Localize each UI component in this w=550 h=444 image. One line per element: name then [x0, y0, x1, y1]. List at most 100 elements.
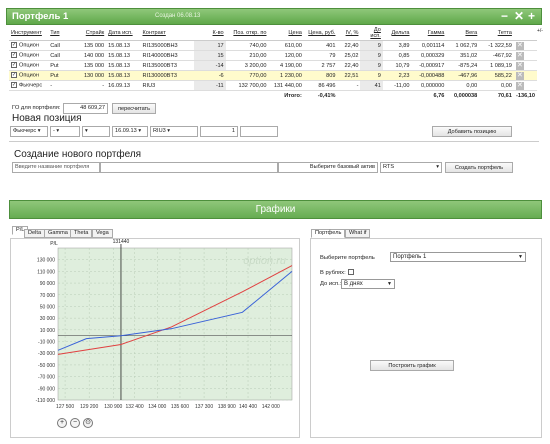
cell-theta: -467,92 [479, 50, 514, 61]
col-strike[interactable]: Страйк [73, 26, 107, 41]
build-chart-button[interactable]: Построить график [370, 360, 454, 371]
cell-iv[interactable]: 22,40 [337, 40, 361, 51]
add-icon[interactable]: + [528, 9, 535, 23]
row-checkbox[interactable]: ✓ [11, 62, 17, 69]
pl-chart[interactable]: option.ru 130 000 110 000 90 000 70 000 50 00… [10, 238, 300, 418]
cell-strike: 140 000 [73, 50, 107, 61]
remove-row-icon[interactable]: ✕ [515, 41, 524, 50]
close-icon[interactable]: ✕ [514, 9, 524, 23]
table-row: ✓ Опцион Put 130 000 15.08.13 RI130000BT3 -6 77… [9, 70, 541, 81]
cell-strike: 135 000 [73, 60, 107, 71]
col-days[interactable]: До исп. [360, 26, 383, 41]
col-iv[interactable]: IV, % [337, 26, 361, 41]
col-qty[interactable]: К-во [193, 26, 226, 41]
y-tick-label: -10 000 [38, 340, 55, 346]
portfolio-select[interactable]: Портфель 1 ▼ [390, 252, 526, 262]
divider [9, 141, 539, 142]
remove-row-icon[interactable]: ✕ [515, 81, 524, 90]
tab-what-if[interactable]: What if [345, 229, 371, 238]
new-type-select[interactable]: - ▾ [50, 126, 80, 137]
cell-days: 9 [360, 40, 383, 51]
total-theta: -136,10 [516, 92, 535, 99]
total-gamma: 0,000038 [453, 92, 478, 99]
tab-portfolio[interactable]: Портфель [311, 229, 346, 238]
new-date-select[interactable]: 16.09.13 ▾ [112, 126, 148, 137]
cell-iv[interactable]: 22,51 [337, 70, 361, 81]
cell-days: 9 [360, 70, 383, 81]
portfolio-name-input[interactable]: Введите название портфеля [12, 162, 100, 173]
cell-delta: 10,79 [382, 60, 412, 71]
cell-qty[interactable]: -14 [193, 60, 226, 71]
cell-contract: RI130000BT3 [140, 70, 194, 81]
col-delta[interactable]: Дельта [382, 26, 412, 41]
portfolio-name-field[interactable] [100, 162, 278, 173]
new-extra-input[interactable] [240, 126, 278, 137]
x-tick-label: 140 400 [239, 404, 257, 410]
cell-date: 16.09.13 [106, 80, 141, 91]
zoom-reset-icon[interactable]: ⊙ [83, 418, 93, 428]
new-instrument-select[interactable]: Фьючерс ▾ [10, 126, 48, 137]
cell-open: 132 700,00 [225, 80, 269, 91]
y-tick-label: 90 000 [40, 281, 56, 287]
col-open[interactable]: Поз. откр. по [225, 26, 269, 41]
col-contract[interactable]: Контракт [140, 26, 194, 41]
row-checkbox[interactable]: ✓ [11, 82, 17, 89]
new-strike-select[interactable]: ▾ [82, 126, 110, 137]
col-price[interactable]: Цена [268, 26, 304, 41]
cell-date: 15.08.13 [106, 60, 141, 71]
cell-strike: - [73, 80, 107, 91]
tab-theta[interactable]: Theta [70, 229, 93, 238]
cell-qty[interactable]: -11 [193, 80, 226, 91]
recalculate-button[interactable]: пересчитать [112, 103, 156, 114]
cell-price: 120,00 [268, 50, 304, 61]
base-asset-select[interactable]: RTS ▾ [380, 162, 442, 173]
remove-row-icon[interactable]: ✕ [515, 71, 524, 80]
cell-date: 15.08.13 [106, 50, 141, 61]
base-asset-label: Выберите базовый актив [278, 162, 378, 173]
tab-delta[interactable]: Delta [24, 229, 46, 238]
remove-row-icon[interactable]: ✕ [515, 61, 524, 70]
new-contract-select[interactable]: RIU3 ▾ [150, 126, 198, 137]
cell-vega: 1 062,79 [446, 40, 480, 51]
cell-vega: -875,24 [446, 60, 480, 71]
row-checkbox[interactable]: ✓ [11, 52, 17, 59]
col-price-rub[interactable]: Цена, руб. [303, 26, 338, 41]
remove-row-icon[interactable]: ✕ [515, 51, 524, 60]
cell-iv[interactable]: 25,02 [337, 50, 361, 61]
col-gamma[interactable]: Гамма [411, 26, 447, 41]
rub-label: В рублях: [320, 270, 346, 276]
cell-type: Put [48, 70, 74, 81]
zoom-in-icon[interactable]: + [57, 418, 67, 428]
col-date[interactable]: Дата исп. [106, 26, 141, 41]
create-portfolio-button[interactable]: Создать портфель [445, 162, 513, 173]
tab-vega[interactable]: Vega [92, 229, 113, 238]
cell-gamma: 0,000329 [411, 50, 447, 61]
new-qty-input[interactable]: 1 [200, 126, 238, 137]
until-select[interactable]: В днях ▼ [341, 279, 395, 289]
go-label: ГО для портфеля: [12, 105, 61, 111]
cell-delta: -11,00 [382, 80, 412, 91]
cell-price: 610,00 [268, 40, 304, 51]
rub-checkbox[interactable] [348, 269, 354, 275]
cell-iv[interactable]: 22,40 [337, 60, 361, 71]
add-position-button[interactable]: Добавить позицию [432, 126, 512, 137]
cell-qty[interactable]: 15 [193, 50, 226, 61]
cell-qty[interactable]: 17 [193, 40, 226, 51]
cell-delta: 0,85 [382, 50, 412, 61]
minimize-icon[interactable]: − [501, 9, 508, 23]
tab-gamma[interactable]: Gamma [44, 229, 72, 238]
cell-qty[interactable]: -6 [193, 70, 226, 81]
total-label: Итого: [284, 92, 302, 99]
col-type[interactable]: Тип [48, 26, 74, 41]
col-theta[interactable]: Тетта [479, 26, 514, 41]
col-instrument[interactable]: Инструмент [9, 26, 49, 41]
cell-open: 770,00 [225, 70, 269, 81]
zoom-out-icon[interactable]: − [70, 418, 80, 428]
cell-iv[interactable]: - [337, 80, 361, 91]
row-checkbox[interactable]: ✓ [11, 72, 17, 79]
table-row: ✓ Опцион Call 135 000 15.08.13 RI135000BH3 17 7… [9, 40, 541, 51]
chevron-down-icon: ▼ [387, 281, 392, 287]
col-vega[interactable]: Вега [446, 26, 480, 41]
cell-price-rub: 79 [303, 50, 338, 61]
row-checkbox[interactable]: ✓ [11, 42, 17, 49]
